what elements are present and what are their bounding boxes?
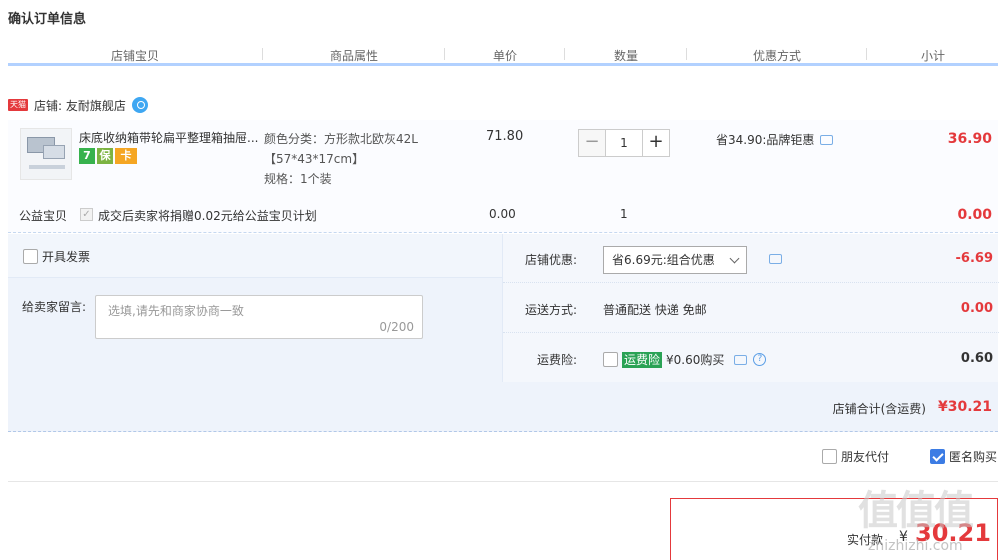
tmall-badge-icon: 天猫: [8, 99, 28, 111]
seven-day-return-icon[interactable]: 7: [79, 148, 95, 164]
invoice-checkbox[interactable]: [23, 249, 38, 264]
shop-line: 天猫 店铺: 友耐旗舰店: [8, 96, 148, 114]
order-table-header: 店铺宝贝 商品属性 单价 数量 优惠方式 小计: [8, 44, 998, 66]
anonymous-buy-checkbox[interactable]: [930, 449, 945, 464]
item-subtotal: 36.90: [947, 131, 992, 147]
product-attributes: 颜色分类：方形款北欧灰42L【57*43*17cm】 规格：1个装: [264, 129, 444, 189]
header-separator: [262, 48, 263, 60]
shop-total-row: 店铺合计(含运费) ¥30.21: [8, 382, 998, 432]
friend-pay-label: 朋友代付: [841, 450, 890, 464]
header-separator: [686, 48, 687, 60]
shipping-insurance-row: 运费险: 运费险 ¥0.60购买 ? 0.60: [503, 334, 999, 383]
shop-total-value: ¥30.21: [937, 399, 992, 415]
header-separator: [866, 48, 867, 60]
product-thumbnail[interactable]: [20, 128, 72, 180]
shipping-row: 运送方式: 普通配送 快递 免邮 0.00: [503, 284, 999, 333]
discount-method: 省34.90:品牌钜惠: [716, 131, 834, 148]
wangwang-chat-icon[interactable]: [131, 97, 148, 113]
quantity-input[interactable]: 1: [606, 129, 642, 157]
insurance-label: 运费险:: [536, 353, 577, 367]
warranty-icon[interactable]: 保: [97, 148, 113, 164]
header-separator: [564, 48, 565, 60]
header-col-discount: 优惠方式: [752, 49, 801, 63]
quantity-minus-button[interactable]: −: [578, 129, 606, 157]
discount-text: 省34.90:品牌钜惠: [716, 133, 815, 147]
shop-options-panel: 店铺优惠: 省6.69元:组合优惠 -6.69 运送方式: 普通配送 快递 免邮…: [502, 234, 999, 383]
credit-card-icon[interactable]: 卡: [115, 148, 137, 164]
insurance-option: 运费险 ¥0.60购买 ?: [603, 351, 767, 368]
promo-icons: 7 保 卡: [79, 148, 137, 164]
shop-discount-detail-icon[interactable]: [769, 254, 782, 264]
friend-pay-option: 朋友代付: [822, 448, 889, 465]
charity-checkbox: ✓: [80, 208, 93, 221]
shop-discount-value: -6.69: [955, 251, 993, 266]
insurance-chat-icon[interactable]: [734, 354, 748, 365]
header-col-quantity: 数量: [613, 49, 638, 63]
shop-discount-selected: 省6.69元:组合优惠: [612, 253, 715, 267]
charity-price: 0.00: [489, 207, 516, 221]
header-separator: [444, 48, 445, 60]
shipping-method: 普通配送 快递 免邮: [603, 303, 707, 317]
header-col-subtotal: 小计: [920, 49, 945, 63]
message-char-count: 0/200: [379, 320, 414, 334]
page-title: 确认订单信息: [8, 12, 87, 27]
attr-spec: 规格：1个装: [264, 172, 332, 186]
shop-name-link[interactable]: 店铺: 友耐旗舰店: [34, 97, 126, 114]
header-col-unit-price: 单价: [492, 49, 517, 63]
order-options: 开具发票 给卖家留言: 选填,请先和商家协商一致 0/200 店铺优惠: 省6.…: [8, 234, 999, 383]
invoice-label: 开具发票: [42, 250, 91, 264]
charity-subtotal: 0.00: [957, 207, 992, 223]
watermark: 值值值 zhizhizhi.com: [854, 478, 1004, 560]
shop-total-label: 店铺合计(含运费): [832, 402, 926, 416]
header-col-attributes: 商品属性: [329, 49, 378, 63]
header-col-shop-item: 店铺宝贝: [110, 49, 159, 63]
watermark-logo: 值值值: [858, 488, 974, 534]
chevron-down-icon: [729, 253, 740, 264]
charity-label: 公益宝贝: [19, 209, 68, 223]
quantity-stepper: − 1 +: [578, 129, 670, 157]
quantity-plus-button[interactable]: +: [642, 129, 670, 157]
insurance-badge: 运费险: [622, 351, 663, 368]
product-name-link[interactable]: 床底收纳箱带轮扁平整理箱抽屉...: [79, 129, 259, 146]
message-placeholder: 选填,请先和商家协商一致: [108, 304, 244, 318]
insurance-checkbox[interactable]: [603, 352, 618, 367]
message-input[interactable]: 选填,请先和商家协商一致 0/200: [95, 295, 423, 339]
buyer-options-panel: 开具发票 给卖家留言: 选填,请先和商家协商一致 0/200: [8, 234, 502, 382]
divider: [8, 481, 998, 482]
shop-discount-select[interactable]: 省6.69元:组合优惠: [603, 246, 747, 274]
shipping-label: 运送方式:: [524, 303, 577, 317]
charity-quantity: 1: [620, 207, 628, 221]
attr-color: 颜色分类：方形款北欧灰42L【57*43*17cm】: [264, 132, 418, 166]
friend-pay-checkbox[interactable]: [822, 449, 837, 464]
insurance-price-text: ¥0.60购买: [666, 353, 725, 367]
invoice-row: 开具发票: [8, 234, 502, 278]
help-icon[interactable]: ?: [753, 353, 767, 366]
shipping-value: 0.00: [960, 301, 993, 316]
watermark-url: zhizhizhi.com: [868, 538, 963, 554]
discount-detail-icon[interactable]: [820, 134, 834, 145]
shop-discount-row: 店铺优惠: 省6.69元:组合优惠 -6.69: [503, 234, 999, 283]
anonymous-buy-option: 匿名购买: [930, 448, 997, 465]
insurance-value: 0.60: [960, 351, 993, 366]
shop-discount-label: 店铺优惠:: [524, 253, 577, 267]
order-item-row: 床底收纳箱带轮扁平整理箱抽屉... 7 保 卡 颜色分类：方形款北欧灰42L【5…: [8, 120, 998, 233]
invoice-option: 开具发票: [23, 248, 90, 265]
unit-price: 71.80: [486, 129, 524, 144]
message-label: 给卖家留言:: [22, 300, 87, 314]
anonymous-buy-label: 匿名购买: [949, 450, 998, 464]
charity-text: 成交后卖家将捐赠0.02元给公益宝贝计划: [98, 209, 317, 223]
